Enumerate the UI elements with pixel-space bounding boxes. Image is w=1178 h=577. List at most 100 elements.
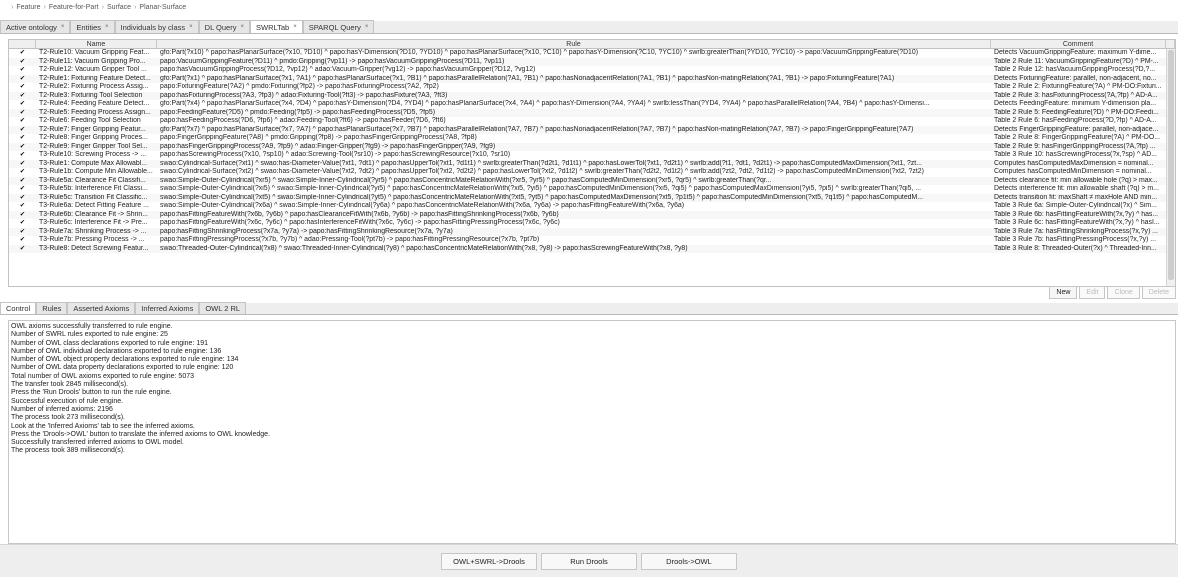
header-name[interactable]: Name [36,40,157,48]
check-icon[interactable]: ✔ [19,135,26,142]
close-icon[interactable]: × [365,24,369,30]
rule-body-cell[interactable]: swao:Simple-Outer-Cylindrical(?xi5) ^ sw… [157,185,991,194]
table-row[interactable]: ✔ T2-Rule10: Vacuum Gripping Feat... gfo:P… [9,49,1175,58]
close-icon[interactable]: × [240,24,244,30]
rule-name-cell[interactable]: T2-Rule5: Feeding Process Assign... [36,109,157,118]
rule-name-cell[interactable]: T2-Rule4: Feeding Feature Detect... [36,100,157,109]
check-icon[interactable]: ✔ [19,177,26,184]
table-row[interactable]: ✔ T2-Rule8: Finger Gripping Proces... papo… [9,134,1175,143]
rule-body-cell[interactable]: gfo:Part(?x1) ^ papo:hasPlanarSurface(?x… [157,75,991,84]
check-icon[interactable]: ✔ [19,245,26,252]
delete-rule-button[interactable]: Delete [1141,286,1176,299]
breadcrumb-item[interactable]: Feature-for-Part [49,4,99,11]
check-icon[interactable]: ✔ [19,109,26,116]
rule-comment-cell[interactable]: Table 3 Rule 10: hasScrewingProcess(?x,?… [991,151,1166,160]
rule-name-cell[interactable]: T3-Rule6c: Interference Fit -> Pre... [36,219,157,228]
rule-body-cell[interactable]: papo:hasScrewingProcess(?x10, ?sp10) ^ a… [157,151,991,160]
close-icon[interactable]: × [61,24,65,30]
check-icon[interactable]: ✔ [19,228,26,235]
table-row[interactable]: ✔ T3-Rule6c: Interference Fit -> Pre... pa… [9,219,1175,228]
check-icon[interactable]: ✔ [19,194,26,201]
header-rule[interactable]: Rule [157,40,991,48]
check-icon[interactable]: ✔ [19,58,26,65]
rule-body-cell[interactable]: papo:FeedingFeature(?D5) ^ pmdo:Feeding(… [157,109,991,118]
rule-name-cell[interactable]: T2-Rule2: Fixturing Process Assig... [36,83,157,92]
table-row[interactable]: ✔ T3-Rule10: Screwing Process -> ... papo:… [9,151,1175,160]
check-icon[interactable]: ✔ [19,101,26,108]
table-row[interactable]: ✔ T3-Rule7a: Shrinking Process -> ... papo… [9,227,1175,237]
rule-name-cell[interactable]: T2-Rule11: Vacuum Gripping Pro... [36,58,157,67]
rule-body-cell[interactable]: gfo:Part(?x10) ^ papo:hasPlanarSurface(?… [157,49,991,58]
rule-comment-cell[interactable]: Table 2 Rule 3: hasFixturingProcess(?A,?… [991,92,1166,101]
rule-comment-cell[interactable]: Detects FixturingFeature: parallel, non-… [991,75,1166,84]
rule-name-cell[interactable]: T3-Rule1: Compute Max Allowabl... [36,160,157,169]
rule-comment-cell[interactable]: Table 2 Rule 12: hasVacuumGrippingProces… [991,66,1166,75]
rule-body-cell[interactable]: papo:hasVacuumGrippingProcess(?D12, ?vp1… [157,66,991,75]
owl-swrl-to-drools-button[interactable]: OWL+SWRL->Drools [441,552,537,570]
rule-comment-cell[interactable]: Table 3 Rule 6b: hasFittingFeatureWith(?… [991,211,1166,220]
rule-body-cell[interactable]: swao:Simple-Outer-Cylindrical(?x6a) ^ sw… [157,202,991,211]
table-row[interactable]: ✔ T3-Rule1: Compute Max Allowabl... swao:C… [9,159,1175,169]
rule-name-cell[interactable]: T2-Rule12: Vacuum Gripper Tool ... [36,66,157,75]
check-icon[interactable]: ✔ [19,237,26,244]
check-icon[interactable]: ✔ [19,92,26,99]
vertical-scrollbar[interactable] [1166,49,1175,287]
rule-name-cell[interactable]: T3-Rule6b: Clearance Fit -> Shrin... [36,211,157,220]
check-icon[interactable]: ✔ [19,118,26,125]
check-icon[interactable]: ✔ [19,186,26,193]
breadcrumb-item[interactable]: Planar-Surface [139,4,186,11]
rule-comment-cell[interactable]: Table 2 Rule 11: VacuumGrippingFeature(?… [991,58,1166,67]
table-row[interactable]: ✔ T3-Rule7b: Pressing Process -> ... papo:… [9,236,1175,245]
rule-comment-cell[interactable]: Computes hasComputedMinDimension = nomin… [991,168,1166,177]
rule-name-cell[interactable]: T2-Rule8: Finger Gripping Proces... [36,134,157,143]
check-icon[interactable]: ✔ [19,84,26,91]
rule-name-cell[interactable]: T2-Rule7: Finger Gripping Featur... [36,126,157,135]
rule-comment-cell[interactable]: Detects interference fit: min allowable … [991,185,1166,194]
rule-name-cell[interactable]: T3-Rule10: Screwing Process -> ... [36,151,157,160]
tab-entities[interactable]: Entities × [70,20,115,33]
check-icon[interactable]: ✔ [19,220,26,227]
new-rule-button[interactable]: New [1049,286,1078,299]
table-row[interactable]: ✔ T3-Rule5c: Transition Fit Classific... s… [9,193,1175,203]
table-row[interactable]: ✔ T2-Rule3: Fixturing Tool Selection papo:… [9,91,1175,101]
check-icon[interactable]: ✔ [19,203,26,210]
tab-active-ontology[interactable]: Active ontology × [0,20,71,33]
rule-name-cell[interactable]: T3-Rule5b: Interference Fit Classi... [36,185,157,194]
check-icon[interactable]: ✔ [19,169,26,176]
scrollbar-thumb[interactable] [1168,50,1174,280]
rule-name-cell[interactable]: T3-Rule7a: Shrinking Process -> ... [36,228,157,237]
table-row[interactable]: ✔ T2-Rule1: Fixturing Feature Detect... gf… [9,74,1175,84]
rule-comment-cell[interactable]: Table 3 Rule 8: Threaded-Outer(?x) ^ Thr… [991,245,1166,254]
check-icon[interactable]: ✔ [19,143,26,150]
rule-comment-cell[interactable]: Table 2 Rule 2: FixturingFeature(?A) ^ P… [991,83,1166,92]
rule-comment-cell[interactable]: Table 2 Rule 8: FingerGrippingFeature(?A… [991,134,1166,143]
rule-name-cell[interactable]: T3-Rule1b: Compute Min Allowable... [36,168,157,177]
drools-to-owl-button[interactable]: Drools->OWL [641,552,737,570]
rule-comment-cell[interactable]: Detects transition fit: maxShaft ≠ maxHo… [991,194,1166,203]
table-row[interactable]: ✔ T3-Rule1b: Compute Min Allowable... swao… [9,168,1175,177]
table-row[interactable]: ✔ T3-Rule5a: Clearance Fit Classifi... swa… [9,176,1175,185]
close-icon[interactable]: × [105,24,109,30]
rule-name-cell[interactable]: T2-Rule1: Fixturing Feature Detect... [36,75,157,84]
rule-comment-cell[interactable]: Table 3 Rule 6a: Simple-Outer-Cylindrica… [991,202,1166,211]
rule-body-cell[interactable]: papo:hasFittingFeatureWith(?x6b, ?y6b) ^… [157,211,991,220]
rule-body-cell[interactable]: papo:hasFittingFeatureWith(?x6c, ?y6c) ^… [157,219,991,228]
tab-asserted-axioms[interactable]: Asserted Axioms [67,302,136,314]
check-icon[interactable]: ✔ [19,211,26,218]
rule-body-cell[interactable]: papo:VacuumGrippingFeature(?D11) ^ pmdo:… [157,58,991,67]
check-icon[interactable]: ✔ [19,152,26,159]
rule-body-cell[interactable]: papo:hasFingerGrippingProcess(?A9, ?fp9)… [157,143,991,152]
rule-name-cell[interactable]: T2-Rule6: Feeding Tool Selection [36,117,157,126]
rule-body-cell[interactable]: swao:Cylindrical-Surface(?xt1) ^ swao:ha… [157,160,991,169]
rule-comment-cell[interactable]: Table 2 Rule 5: FeedingFeature(?D) ^ PM-… [991,109,1166,118]
rule-comment-cell[interactable]: Table 3 Rule 7b: hasFittingPressingProce… [991,236,1166,245]
rule-name-cell[interactable]: T2-Rule3: Fixturing Tool Selection [36,92,157,101]
close-icon[interactable]: × [189,24,193,30]
breadcrumb-item[interactable]: Surface [107,4,131,11]
tab-inferred-axioms[interactable]: Inferred Axioms [135,302,200,314]
clone-rule-button[interactable]: Clone [1107,286,1140,299]
table-row[interactable]: ✔ T3-Rule8: Detect Screwing Featur... swao… [9,244,1175,254]
rule-name-cell[interactable]: T3-Rule6a: Detect Fitting Feature ... [36,202,157,211]
check-icon[interactable]: ✔ [19,126,26,133]
tab-dl-query[interactable]: DL Query × [198,20,250,33]
